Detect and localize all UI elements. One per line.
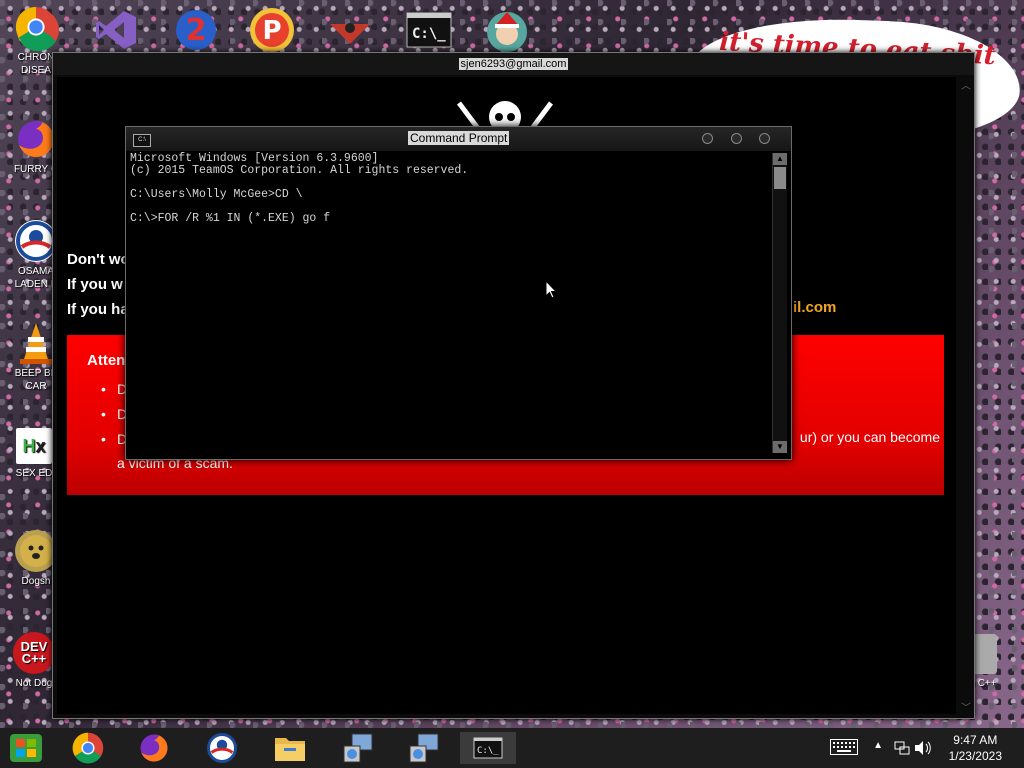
- browser-titlebar[interactable]: sjen6293@gmail.com: [53, 53, 974, 75]
- console-line: (c) 2015 TeamOS Corporation. All rights …: [130, 164, 469, 177]
- cmd-console[interactable]: Microsoft Windows [Version 6.3.9600] (c)…: [130, 153, 770, 453]
- minimize-button[interactable]: [702, 133, 713, 144]
- chrome-icon: [72, 732, 104, 764]
- taskbar-cmd[interactable]: C:\_: [460, 732, 516, 764]
- clock-date: 1/23/2023: [948, 749, 1002, 763]
- dog-icon: [15, 530, 57, 572]
- cmd-title: Command Prompt: [408, 131, 510, 145]
- taskbar-firefox[interactable]: [134, 732, 174, 764]
- chrome-icon: [15, 6, 57, 48]
- taskbar-obama[interactable]: [202, 732, 242, 764]
- svg-text:2: 2: [186, 13, 207, 48]
- ransom-text-line: Don't wo: [67, 251, 130, 268]
- scroll-down-arrow-icon[interactable]: ▼: [773, 441, 787, 453]
- clock-time: 9:47 AM: [953, 733, 998, 747]
- installer-icon: [409, 733, 439, 763]
- obama-icon: [15, 220, 57, 262]
- svg-text:C:\_: C:\_: [477, 746, 499, 756]
- browser-title: sjen6293@gmail.com: [458, 58, 569, 70]
- pilot-icon[interactable]: [326, 6, 374, 54]
- visual-studio-icon[interactable]: [92, 6, 140, 54]
- cmd-scrollbar[interactable]: ▲ ▼: [772, 153, 787, 453]
- close-button[interactable]: [759, 133, 770, 144]
- santa-icon[interactable]: [483, 6, 531, 54]
- ransom-email-link[interactable]: il.com: [793, 299, 836, 316]
- scroll-up-arrow-icon[interactable]: ︿: [958, 77, 974, 92]
- network-icon[interactable]: [894, 740, 910, 761]
- ransom-text-line: If you w: [67, 276, 123, 293]
- scroll-down-arrow-icon[interactable]: ﹀: [958, 699, 974, 714]
- scrollbar-thumb[interactable]: [774, 167, 786, 189]
- start-button[interactable]: [6, 732, 46, 764]
- taskbar-installer-1[interactable]: [338, 732, 378, 764]
- clock[interactable]: 9:47 AM 1/23/2023: [949, 732, 1002, 764]
- mouse-cursor-icon: [545, 280, 557, 299]
- touch-keyboard-icon[interactable]: [830, 739, 858, 760]
- console-line: C:\>FOR /R %1 IN (*.EXE) go f: [130, 212, 331, 225]
- command-prompt-window[interactable]: C:\ Command Prompt Microsoft Windows [Ve…: [125, 126, 792, 460]
- obama-icon: [207, 733, 237, 763]
- cmd-titlebar[interactable]: C:\ Command Prompt: [126, 127, 791, 151]
- scroll-up-arrow-icon[interactable]: ▲: [773, 153, 787, 165]
- installer-icon: [343, 733, 373, 763]
- p-icon[interactable]: P: [248, 6, 296, 54]
- svg-text:C:\_: C:\_: [412, 26, 446, 42]
- dev-cpp-icon: DEV C++: [13, 632, 55, 674]
- attention-text-tail: ur) or you can become: [799, 429, 940, 445]
- browser-scrollbar[interactable]: ︿ ﹀: [958, 77, 974, 714]
- maximize-button[interactable]: [731, 133, 742, 144]
- taskbar-file-explorer[interactable]: [270, 732, 310, 764]
- traffic-cone-icon: [15, 322, 57, 364]
- firefox-icon: [140, 734, 168, 762]
- two-icon[interactable]: 2: [172, 6, 220, 54]
- attention-heading: Atten: [87, 352, 126, 369]
- hx-icon: Hx: [16, 428, 52, 464]
- cmd-icon[interactable]: C:\_: [405, 6, 453, 54]
- svg-text:P: P: [262, 16, 281, 46]
- file-explorer-icon: [275, 738, 305, 761]
- console-line: C:\Users\Molly McGee>CD \: [130, 188, 303, 201]
- taskbar-installer-2[interactable]: [404, 732, 444, 764]
- start-icon: [10, 734, 42, 762]
- cmd-icon: C:\_: [473, 737, 503, 759]
- ransom-text-line: If you ha: [67, 301, 129, 318]
- firefox-icon: [15, 118, 57, 160]
- taskbar-chrome[interactable]: [68, 732, 108, 764]
- show-hidden-icons-chevron-icon[interactable]: ▲: [873, 740, 883, 751]
- volume-icon[interactable]: [914, 740, 932, 761]
- taskbar: C:\_ ▲ 9:47 AM 1/23/2023: [0, 728, 1024, 768]
- cmd-icon: C:\: [133, 134, 151, 147]
